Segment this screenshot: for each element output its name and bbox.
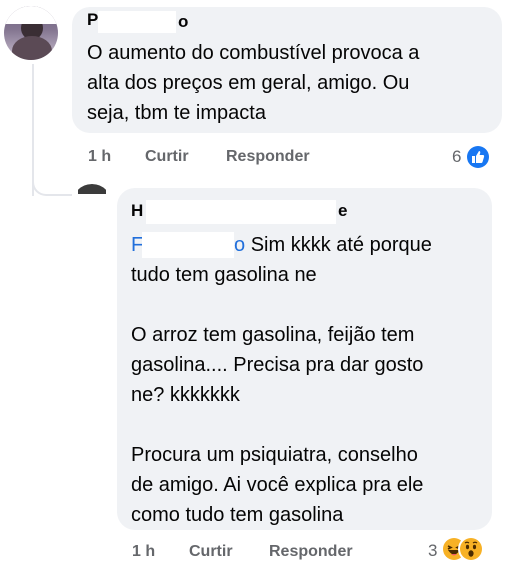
reply-author-name[interactable]: H (131, 201, 143, 221)
mention-link-end[interactable]: o (234, 234, 245, 256)
reply-like-button[interactable]: Curtir (189, 543, 233, 561)
avatar[interactable] (4, 6, 58, 60)
redaction-box (98, 11, 176, 33)
reply-text-line: ne? kkkkkkk (131, 384, 240, 406)
reply-text-line: como tudo tem gasolina (131, 504, 344, 526)
comment-text: O aumento do combustível provoca a alta … (87, 38, 492, 128)
reply-button[interactable]: Responder (226, 148, 310, 166)
reply-avatar[interactable] (72, 184, 112, 224)
thread-connector (32, 180, 72, 196)
reply-text-line: tudo tem gasolina ne (131, 264, 317, 286)
comment-text-line: alta dos preços em geral, amigo. Ou (87, 72, 410, 94)
reply-text-line: O arroz tem gasolina, feijão tem (131, 324, 415, 346)
redaction-box (146, 200, 336, 224)
wow-icon[interactable] (460, 538, 482, 560)
reply-text-line: Procura um psiquiatra, conselho (131, 444, 418, 466)
reply-text-line-rest: Sim kkkk até porque (250, 234, 432, 256)
reply-author-name-end[interactable]: e (338, 201, 347, 221)
reply-text-blank (131, 290, 481, 320)
reply-reaction-count[interactable]: 3 (428, 541, 437, 561)
reaction-count[interactable]: 6 (452, 147, 461, 167)
reply-timestamp[interactable]: 1 h (132, 543, 155, 561)
redaction-box (142, 232, 234, 258)
reply-text-line: gasolina.... Precisa pra dar gosto (131, 354, 424, 376)
reply-text-blank (131, 410, 481, 440)
thread-line (32, 64, 34, 196)
reply-text-line: de amigo. Ai você explica pra ele (131, 474, 424, 496)
comment-author-name-end[interactable]: o (178, 12, 188, 32)
reply-reply-button[interactable]: Responder (269, 543, 353, 561)
reply-text: o Sim kkkk até porque tudo tem gasolina … (131, 230, 481, 530)
comment-text-line: O aumento do combustível provoca a (87, 42, 420, 64)
like-icon[interactable] (467, 146, 489, 168)
comment-timestamp[interactable]: 1 h (88, 148, 111, 166)
comment-text-line: seja, tbm te impacta (87, 102, 266, 124)
like-button[interactable]: Curtir (145, 148, 189, 166)
